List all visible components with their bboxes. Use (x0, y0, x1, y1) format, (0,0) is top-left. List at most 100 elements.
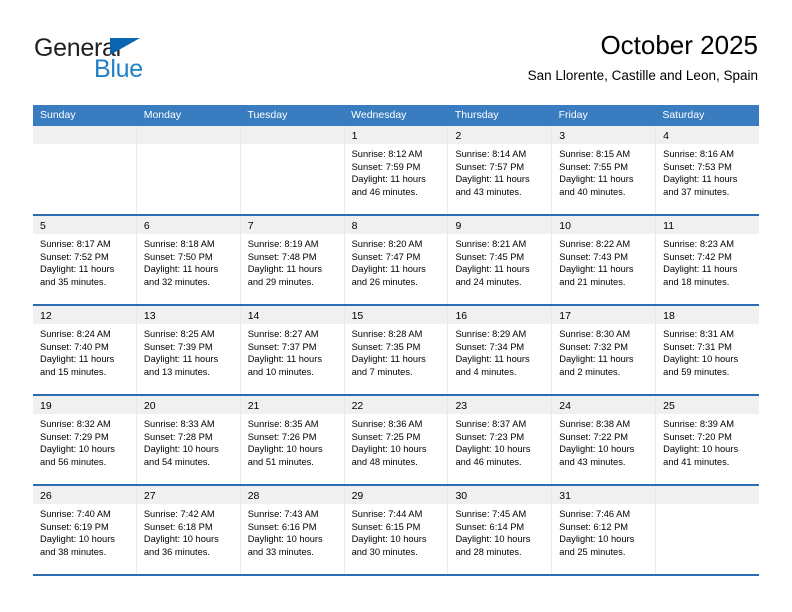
sunrise-text: Sunrise: 8:23 AM (663, 239, 734, 249)
day-details: Sunrise: 8:15 AM Sunset: 7:55 PM Daylight:… (552, 144, 655, 198)
day-number-bar: 22 (344, 396, 448, 414)
calendar-day-cell[interactable]: 17 Sunrise: 8:30 AM Sunset: 7:32 PM Dayligh… (552, 306, 657, 394)
daylight-text-line1: Daylight: 11 hours (143, 264, 219, 275)
daylight-text-line1: Daylight: 11 hours (455, 354, 530, 365)
calendar-day-cell[interactable]: 15 Sunrise: 8:28 AM Sunset: 7:35 PM Dayligh… (344, 306, 449, 394)
daylight-text-line1: Daylight: 11 hours (40, 354, 115, 365)
calendar-day-cell[interactable]: 10 Sunrise: 8:22 AM Sunset: 7:43 PM Dayligh… (552, 216, 657, 304)
day-number-bar (136, 126, 240, 144)
calendar-day-cell[interactable]: 5 Sunrise: 8:17 AM Sunset: 7:52 PM Daylight… (33, 216, 137, 304)
calendar-day-cell[interactable]: 26 Sunrise: 7:40 AM Sunset: 6:19 PM Dayligh… (33, 486, 137, 574)
calendar-day-cell[interactable]: 22 Sunrise: 8:36 AM Sunset: 7:25 PM Dayligh… (344, 396, 449, 484)
daylight-text-line1: Daylight: 10 hours (351, 534, 427, 545)
daylight-text-line1: Daylight: 11 hours (559, 354, 634, 365)
day-number: 18 (663, 310, 675, 322)
calendar-day-cell[interactable]: 8 Sunrise: 8:20 AM Sunset: 7:47 PM Daylight… (344, 216, 449, 304)
day-number-bar (656, 486, 760, 504)
sunrise-text: Sunrise: 8:25 AM (143, 329, 215, 339)
day-number-bar: 15 (344, 306, 448, 324)
day-number: 31 (559, 490, 571, 502)
day-number-bar: 10 (552, 216, 656, 234)
day-number-bar: 4 (656, 126, 760, 144)
calendar-week-row: 1 Sunrise: 8:12 AM Sunset: 7:59 PM Daylight… (33, 126, 760, 214)
sunset-text: Sunset: 7:37 PM (247, 341, 317, 352)
calendar-day-cell-empty (136, 126, 241, 214)
day-number: 10 (559, 220, 571, 232)
daylight-text-line2: and 56 minutes. (40, 456, 107, 467)
calendar-day-cell[interactable]: 4 Sunrise: 8:16 AM Sunset: 7:53 PM Daylight… (656, 126, 760, 214)
sunrise-text: Sunrise: 8:33 AM (143, 419, 215, 429)
calendar-day-cell[interactable]: 29 Sunrise: 7:44 AM Sunset: 6:15 PM Dayligh… (344, 486, 449, 574)
day-number: 17 (559, 310, 571, 322)
daylight-text-line2: and 59 minutes. (663, 366, 730, 377)
calendar-day-cell[interactable]: 2 Sunrise: 8:14 AM Sunset: 7:57 PM Daylight… (448, 126, 553, 214)
day-number-bar (33, 126, 136, 144)
sunset-text: Sunset: 7:48 PM (247, 251, 317, 262)
day-number: 15 (351, 310, 364, 322)
calendar-day-cell[interactable]: 3 Sunrise: 8:15 AM Sunset: 7:55 PM Daylight… (552, 126, 657, 214)
sunrise-text: Sunrise: 8:18 AM (143, 239, 215, 249)
logo-triangle-icon (110, 38, 140, 55)
daylight-text-line2: and 46 minutes. (455, 456, 522, 467)
day-number: 11 (663, 220, 675, 232)
calendar-day-cell[interactable]: 25 Sunrise: 8:39 AM Sunset: 7:20 PM Dayligh… (656, 396, 760, 484)
daylight-text-line2: and 29 minutes. (247, 276, 314, 287)
calendar-page: General Blue October 2025 San Llorente, … (0, 0, 792, 612)
sunset-text: Sunset: 7:42 PM (663, 251, 732, 262)
calendar-day-cell[interactable]: 31 Sunrise: 7:46 AM Sunset: 6:12 PM Dayligh… (552, 486, 657, 574)
calendar-day-cell[interactable]: 23 Sunrise: 8:37 AM Sunset: 7:23 PM Dayligh… (448, 396, 553, 484)
day-number-bar: 29 (344, 486, 448, 504)
calendar-day-cell[interactable]: 27 Sunrise: 7:42 AM Sunset: 6:18 PM Dayligh… (136, 486, 241, 574)
sunset-text: Sunset: 7:39 PM (143, 341, 213, 352)
daylight-text-line1: Daylight: 11 hours (663, 264, 738, 275)
calendar-day-cell[interactable]: 28 Sunrise: 7:43 AM Sunset: 6:16 PM Dayligh… (240, 486, 345, 574)
daylight-text-line1: Daylight: 10 hours (559, 444, 635, 455)
sunrise-text: Sunrise: 8:27 AM (247, 329, 319, 339)
day-number-bar: 16 (448, 306, 552, 324)
sunset-text: Sunset: 6:15 PM (351, 521, 421, 532)
calendar-day-cell-empty (33, 126, 137, 214)
page-title: October 2025 (600, 30, 758, 60)
day-number: 8 (351, 220, 358, 232)
daylight-text-line1: Daylight: 10 hours (351, 444, 427, 455)
day-details: Sunrise: 8:24 AM Sunset: 7:40 PM Daylight:… (33, 324, 136, 378)
calendar-bottom-rule (33, 574, 759, 576)
calendar-day-cell[interactable]: 12 Sunrise: 8:24 AM Sunset: 7:40 PM Dayligh… (33, 306, 137, 394)
day-details: Sunrise: 8:29 AM Sunset: 7:34 PM Daylight:… (448, 324, 551, 378)
day-number-bar: 13 (136, 306, 240, 324)
calendar-day-cell[interactable]: 19 Sunrise: 8:32 AM Sunset: 7:29 PM Dayligh… (33, 396, 137, 484)
daylight-text-line1: Daylight: 10 hours (663, 354, 739, 365)
calendar-day-cell[interactable]: 20 Sunrise: 8:33 AM Sunset: 7:28 PM Dayligh… (136, 396, 241, 484)
calendar-day-cell[interactable]: 18 Sunrise: 8:31 AM Sunset: 7:31 PM Dayligh… (656, 306, 760, 394)
calendar-day-cell[interactable]: 21 Sunrise: 8:35 AM Sunset: 7:26 PM Dayligh… (240, 396, 345, 484)
sunset-text: Sunset: 6:18 PM (143, 521, 213, 532)
daylight-text-line1: Daylight: 11 hours (247, 354, 322, 365)
day-number-bar: 3 (552, 126, 656, 144)
day-number-bar: 31 (552, 486, 656, 504)
sunrise-text: Sunrise: 8:12 AM (351, 149, 423, 159)
sunset-text: Sunset: 7:34 PM (455, 341, 525, 352)
day-number-bar: 21 (240, 396, 344, 414)
calendar-day-cell[interactable]: 9 Sunrise: 8:21 AM Sunset: 7:45 PM Daylight… (448, 216, 553, 304)
calendar-day-cell[interactable]: 13 Sunrise: 8:25 AM Sunset: 7:39 PM Dayligh… (136, 306, 241, 394)
daylight-text-line1: Daylight: 10 hours (247, 444, 323, 455)
sunset-text: Sunset: 7:55 PM (559, 161, 629, 172)
calendar-day-cell[interactable]: 16 Sunrise: 8:29 AM Sunset: 7:34 PM Dayligh… (448, 306, 553, 394)
daylight-text-line1: Daylight: 11 hours (351, 264, 426, 275)
weekday-header-sunday: Sunday (40, 109, 76, 121)
day-details: Sunrise: 7:40 AM Sunset: 6:19 PM Daylight:… (33, 504, 136, 558)
page-header: General Blue October 2025 San Llorente, … (34, 30, 758, 98)
sunset-text: Sunset: 6:12 PM (559, 521, 629, 532)
calendar-day-cell[interactable]: 1 Sunrise: 8:12 AM Sunset: 7:59 PM Daylight… (344, 126, 449, 214)
calendar-day-cell[interactable]: 24 Sunrise: 8:38 AM Sunset: 7:22 PM Dayligh… (552, 396, 657, 484)
calendar-day-cell[interactable]: 7 Sunrise: 8:19 AM Sunset: 7:48 PM Daylight… (240, 216, 345, 304)
title-block: October 2025 San Llorente, Castille and … (528, 30, 758, 86)
day-number: 6 (143, 220, 150, 232)
calendar-day-cell[interactable]: 6 Sunrise: 8:18 AM Sunset: 7:50 PM Daylight… (136, 216, 241, 304)
sunrise-text: Sunrise: 8:36 AM (351, 419, 423, 429)
calendar-day-cell[interactable]: 30 Sunrise: 7:45 AM Sunset: 6:14 PM Dayligh… (448, 486, 553, 574)
weekday-header-thursday: Thursday (454, 109, 499, 121)
calendar-day-cell[interactable]: 11 Sunrise: 8:23 AM Sunset: 7:42 PM Dayligh… (656, 216, 760, 304)
day-details: Sunrise: 8:33 AM Sunset: 7:28 PM Daylight:… (137, 414, 240, 468)
calendar-day-cell[interactable]: 14 Sunrise: 8:27 AM Sunset: 7:37 PM Dayligh… (240, 306, 345, 394)
